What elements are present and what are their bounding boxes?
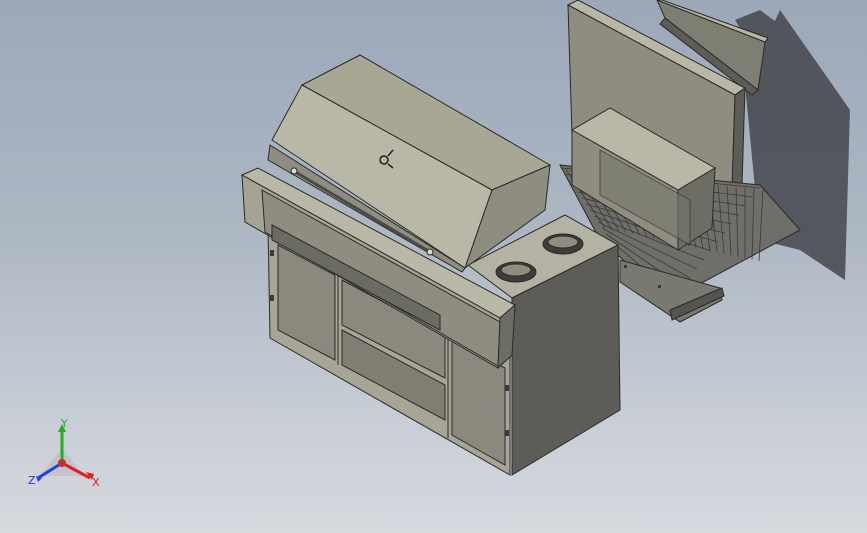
y-axis-label: Y xyxy=(60,418,68,430)
z-axis-label: Z xyxy=(28,474,36,487)
coordinate-triad: Y X Z xyxy=(22,417,112,498)
model-scene[interactable] xyxy=(0,0,867,533)
3d-viewport[interactable]: Y X Z xyxy=(0,0,867,533)
x-axis-label: X xyxy=(92,476,100,489)
